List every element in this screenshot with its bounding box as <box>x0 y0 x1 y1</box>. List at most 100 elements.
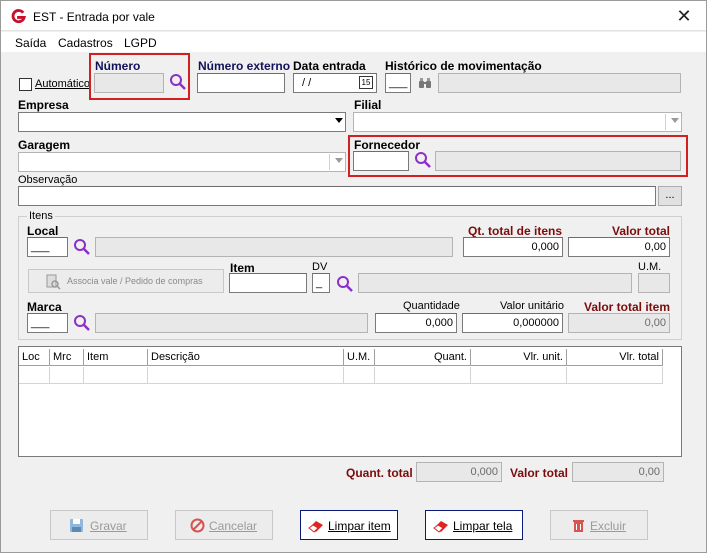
um-label: U.M. <box>638 261 662 273</box>
table-row[interactable] <box>148 367 344 384</box>
local-label: Local <box>27 224 59 238</box>
marca-search-icon[interactable] <box>73 314 91 332</box>
menu-lgpd[interactable]: LGPD <box>124 36 157 50</box>
gravar-label: Gravar <box>90 519 127 533</box>
marca-desc-input <box>95 313 368 333</box>
chevron-down-icon <box>671 118 679 123</box>
menu-saida[interactable]: Saída <box>15 36 46 50</box>
filial-select[interactable] <box>353 112 682 132</box>
qt-total-label: Qt. total de itens <box>468 224 563 238</box>
limpar-item-label: Limpar item <box>328 519 391 533</box>
eraser-icon <box>433 521 448 533</box>
qt-total-input[interactable]: 0,000 <box>463 237 563 257</box>
garagem-label: Garagem <box>18 138 71 152</box>
save-icon <box>70 519 83 532</box>
historico-label: Histórico de movimentação <box>385 59 542 73</box>
table-row[interactable] <box>84 367 148 384</box>
data-entrada-label: Data entrada <box>293 59 366 73</box>
table-header-descricao[interactable]: Descrição <box>148 349 344 366</box>
observacao-input[interactable] <box>18 186 656 206</box>
window-title: EST - Entrada por vale <box>33 10 155 24</box>
garagem-select[interactable] <box>18 152 346 172</box>
chevron-down-icon <box>335 158 343 163</box>
dv-input[interactable]: _ <box>312 273 330 293</box>
binoculars-icon[interactable] <box>418 77 432 89</box>
cancelar-button[interactable]: Cancelar <box>175 510 273 540</box>
table-row[interactable] <box>19 367 50 384</box>
historico-code-input[interactable]: ___ <box>385 73 411 93</box>
empresa-label: Empresa <box>18 98 69 112</box>
grid-valor-total-label: Valor total <box>510 466 569 480</box>
menu-cadastros[interactable]: Cadastros <box>58 36 113 50</box>
observacao-more-button[interactable]: ... <box>658 186 682 206</box>
quant-total-input: 0,000 <box>416 462 502 482</box>
marca-label: Marca <box>27 300 62 314</box>
table-header-quant[interactable]: Quant. <box>375 349 471 366</box>
title-bar: EST - Entrada por vale ✕ <box>1 1 706 31</box>
table-header-mrc[interactable]: Mrc <box>50 349 84 366</box>
eraser-icon <box>308 521 323 533</box>
numero-input[interactable] <box>94 73 164 93</box>
cancel-icon <box>190 518 205 533</box>
item-input[interactable] <box>229 273 307 293</box>
item-search-icon[interactable] <box>336 275 354 293</box>
numero-label: Número <box>95 59 141 73</box>
item-desc-input <box>358 273 632 293</box>
table-header-um[interactable]: U.M. <box>344 349 375 366</box>
associa-vale-label: Associa vale / Pedido de compras <box>67 276 203 286</box>
close-icon: ✕ <box>676 6 692 26</box>
valor-unitario-input[interactable]: 0,000000 <box>462 313 563 333</box>
document-search-icon <box>46 274 61 290</box>
automatico-label: Automático <box>35 78 91 90</box>
local-search-icon[interactable] <box>73 238 91 256</box>
local-code-input[interactable]: ___ <box>27 237 68 257</box>
fornecedor-label: Fornecedor <box>354 138 421 152</box>
window: EST - Entrada por vale ✕ Saída Cadastros… <box>0 0 707 553</box>
table-row[interactable] <box>567 367 663 384</box>
quant-total-label: Quant. total <box>346 466 413 480</box>
empresa-select[interactable] <box>18 112 346 132</box>
valor-total-input[interactable]: 0,00 <box>568 237 670 257</box>
limpar-tela-label: Limpar tela <box>453 519 513 533</box>
chevron-down-icon <box>335 118 343 123</box>
automatico-checkbox[interactable] <box>19 78 32 91</box>
valor-total-item-label: Valor total item <box>584 300 671 314</box>
gravar-button[interactable]: Gravar <box>50 510 148 540</box>
app-logo-icon <box>11 9 26 24</box>
itens-group-title: Itens <box>27 210 55 222</box>
valor-total-item-input: 0,00 <box>568 313 670 333</box>
quantidade-label: Quantidade <box>403 300 460 312</box>
table-row[interactable] <box>50 367 84 384</box>
limpar-tela-button[interactable]: Limpar tela <box>425 510 523 540</box>
trash-icon <box>573 520 584 532</box>
um-input <box>638 273 670 293</box>
valor-total-label: Valor total <box>612 224 671 238</box>
table-row[interactable] <box>344 367 375 384</box>
limpar-item-button[interactable]: Limpar item <box>300 510 398 540</box>
quantidade-input[interactable]: 0,000 <box>375 313 457 333</box>
numero-search-icon[interactable] <box>169 73 187 91</box>
observacao-label: Observação <box>18 174 78 186</box>
table-row[interactable] <box>471 367 567 384</box>
table-header-vlr-unit[interactable]: Vlr. unit. <box>471 349 567 366</box>
fornecedor-name-input <box>435 151 681 171</box>
menu-bar: Saída Cadastros LGPD <box>1 32 706 52</box>
excluir-button[interactable]: Excluir <box>550 510 648 540</box>
calendar-icon[interactable]: 15 <box>359 76 373 89</box>
marca-code-input[interactable]: ___ <box>27 313 68 333</box>
historico-desc-input <box>438 73 681 93</box>
valor-unitario-label: Valor unitário <box>500 300 564 312</box>
numero-externo-label: Número externo <box>198 59 291 73</box>
table-header-loc[interactable]: Loc <box>19 349 50 366</box>
close-button[interactable]: ✕ <box>662 1 706 31</box>
associa-vale-button[interactable]: Associa vale / Pedido de compras <box>28 269 224 293</box>
dv-label: DV <box>312 261 328 273</box>
items-table[interactable]: Loc Mrc Item Descrição U.M. Quant. Vlr. … <box>18 346 682 457</box>
table-header-vlr-total[interactable]: Vlr. total <box>567 349 663 366</box>
table-row[interactable] <box>375 367 471 384</box>
fornecedor-code-input[interactable] <box>353 151 409 171</box>
table-header-item[interactable]: Item <box>84 349 148 366</box>
numero-externo-input[interactable] <box>197 73 285 93</box>
fornecedor-search-icon[interactable] <box>414 151 432 169</box>
grid-valor-total-input: 0,00 <box>572 462 664 482</box>
